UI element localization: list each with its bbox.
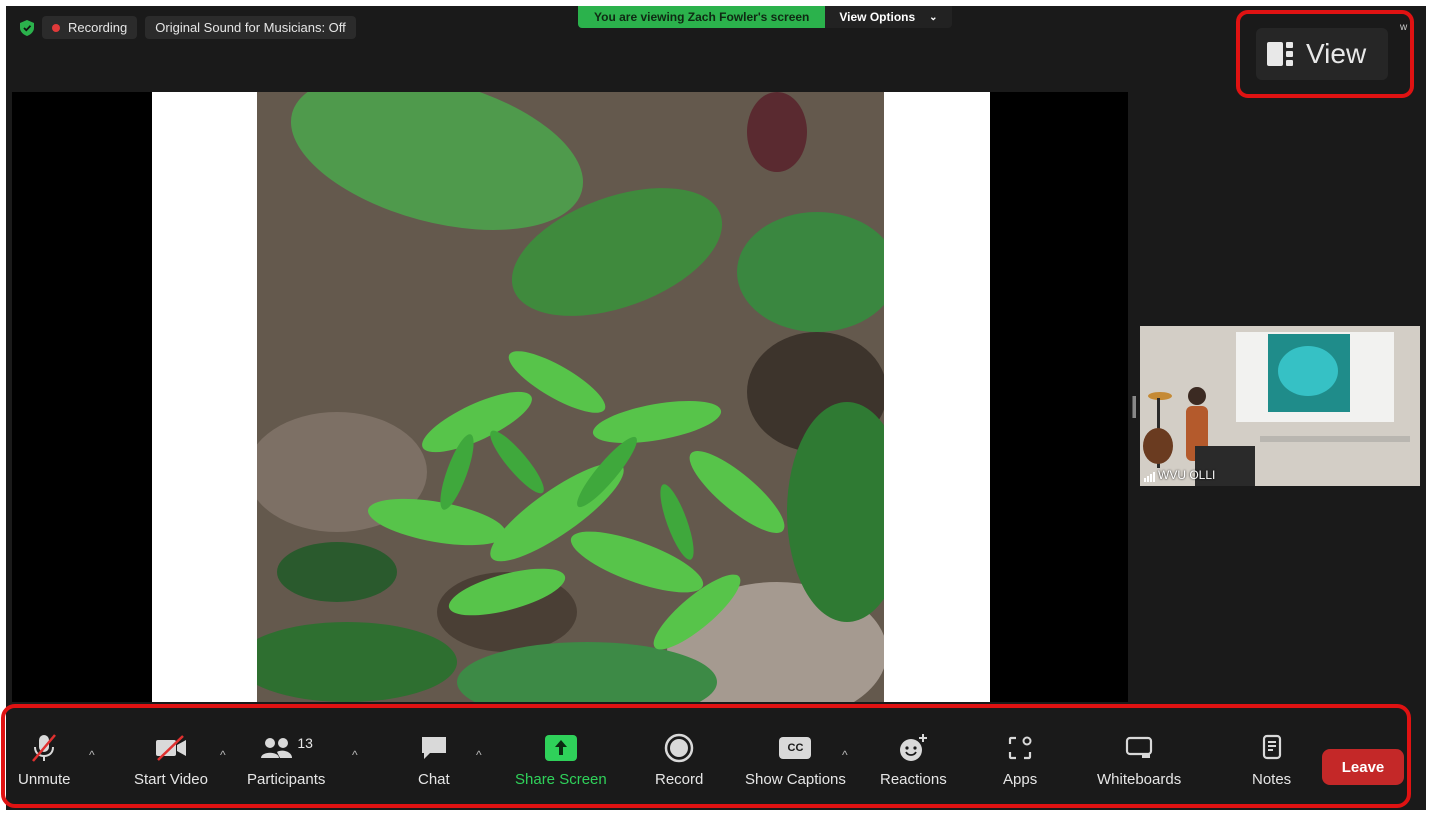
participants-icon xyxy=(261,738,293,758)
recording-label: Recording xyxy=(68,20,128,35)
microphone-muted-icon xyxy=(32,734,57,762)
view-highlight-box: View xyxy=(1236,10,1414,98)
signal-strength-icon xyxy=(1144,472,1155,482)
participants-label: Participants xyxy=(247,771,326,788)
whiteboards-label: Whiteboards xyxy=(1097,771,1182,788)
camera-off-icon xyxy=(155,735,186,761)
original-sound-label: Original Sound for Musicians: Off xyxy=(155,20,346,35)
toolbar-highlight-box xyxy=(1,704,1411,808)
shared-photo-plants xyxy=(257,92,884,702)
view-options-label: View Options xyxy=(839,10,916,24)
recording-dot-icon xyxy=(52,23,60,32)
view-options-button[interactable]: View Options ⌄ xyxy=(825,6,952,28)
view-button[interactable]: View xyxy=(1256,28,1388,80)
record-button[interactable]: Record xyxy=(655,728,703,788)
audio-options-caret-icon[interactable]: ^ xyxy=(89,748,95,762)
whiteboards-button[interactable]: Whiteboards xyxy=(1097,728,1181,788)
screen-share-banner: You are viewing Zach Fowler's screen Vie… xyxy=(578,6,952,28)
view-label: View xyxy=(1306,38,1367,69)
shared-screen[interactable] xyxy=(12,92,1128,702)
share-screen-label: Share Screen xyxy=(515,771,607,788)
chat-bubble-icon xyxy=(421,737,446,759)
apps-label: Apps xyxy=(1003,771,1038,788)
apps-icon xyxy=(1008,736,1032,760)
video-options-caret-icon[interactable]: ^ xyxy=(220,748,226,762)
apps-button[interactable]: Apps xyxy=(1003,728,1037,788)
chat-options-caret-icon[interactable]: ^ xyxy=(476,748,482,762)
leave-button[interactable]: Leave xyxy=(1322,749,1404,785)
original-sound-toggle[interactable]: Original Sound for Musicians: Off xyxy=(145,16,356,39)
view-layout-icon xyxy=(1267,42,1293,66)
notes-button[interactable]: Notes xyxy=(1252,728,1291,788)
zoom-meeting-window: Recording Original Sound for Musicians: … xyxy=(6,6,1426,810)
chat-button[interactable]: Chat xyxy=(418,728,450,788)
share-screen-button[interactable]: Share Screen xyxy=(515,728,607,788)
notes-label: Notes xyxy=(1252,771,1292,788)
chat-label: Chat xyxy=(418,771,450,788)
participant-video-tile[interactable]: WVU OLLI xyxy=(1140,326,1420,486)
reactions-button[interactable]: Reactions xyxy=(880,728,947,788)
recording-indicator[interactable]: Recording xyxy=(42,16,138,39)
participant-name: WVU OLLI xyxy=(1158,468,1216,482)
participant-video-feed xyxy=(1140,326,1420,486)
start-video-button[interactable]: Start Video xyxy=(134,728,208,788)
viewing-screen-notice: You are viewing Zach Fowler's screen xyxy=(578,6,826,28)
participants-count: 13 xyxy=(297,735,313,751)
participants-button[interactable]: 13 Participants xyxy=(247,728,325,788)
record-label: Record xyxy=(655,771,704,788)
captions-options-caret-icon[interactable]: ^ xyxy=(842,748,848,762)
panel-resize-handle[interactable] xyxy=(1132,396,1136,418)
topbar-status: Recording Original Sound for Musicians: … xyxy=(20,16,356,39)
smiley-reaction-icon xyxy=(900,734,928,761)
record-icon xyxy=(664,733,694,763)
cc-text: CC xyxy=(787,742,804,754)
start-video-label: Start Video xyxy=(134,771,208,788)
show-captions-label: Show Captions xyxy=(745,771,846,788)
whiteboard-icon xyxy=(1126,736,1153,758)
unmute-button[interactable]: Unmute xyxy=(18,728,71,788)
show-captions-button[interactable]: CC Show Captions xyxy=(745,728,846,788)
participants-options-caret-icon[interactable]: ^ xyxy=(352,748,358,762)
unmute-label: Unmute xyxy=(18,771,71,788)
notes-icon xyxy=(1262,734,1281,760)
security-shield-icon[interactable] xyxy=(20,19,34,36)
participant-name-label: WVU OLLI xyxy=(1144,468,1215,482)
closed-captions-icon: CC xyxy=(779,737,812,759)
reactions-label: Reactions xyxy=(880,771,947,788)
share-screen-arrow-icon xyxy=(544,735,577,761)
chevron-down-icon: ⌄ xyxy=(929,11,938,23)
